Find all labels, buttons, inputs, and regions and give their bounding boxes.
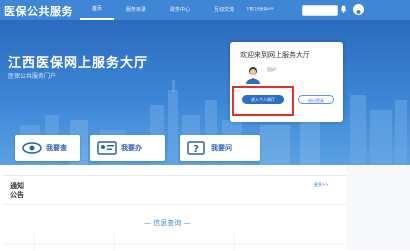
quick-link-label: 我要查 <box>46 144 67 152</box>
quick-link-query[interactable]: 我要查 <box>15 135 80 161</box>
divider <box>4 204 346 205</box>
notice-more-link[interactable]: 更多>> <box>314 182 329 188</box>
top-header: 医保公共服务 首页 服务目录 政务中心 互动交流 下载江西医保APP <box>0 0 410 20</box>
nav-service-catalog[interactable]: 服务目录 <box>114 0 158 20</box>
logout-button[interactable]: 退出登录 <box>298 95 334 104</box>
user-avatar-icon <box>246 67 260 84</box>
decorative-lines <box>4 232 346 251</box>
quick-link-label: 我要办 <box>121 144 142 152</box>
download-app-link[interactable]: 下载江西医保APP <box>246 7 274 12</box>
svg-text:?: ? <box>193 144 199 155</box>
user-avatar-icon[interactable] <box>353 4 364 18</box>
nav-home[interactable]: 首页 <box>80 0 115 20</box>
welcome-text: 欢迎来到网上服务大厅 <box>240 51 310 59</box>
info-query-heading: — 信息查询 — <box>144 219 191 227</box>
hero-title: 江西医保网上服务大厅 <box>8 56 149 71</box>
main-nav: 首页 服务目录 政务中心 互动交流 <box>80 0 246 20</box>
quick-link-ask[interactable]: ? 我要问 <box>180 135 260 161</box>
quick-link-label: 我要问 <box>211 144 232 152</box>
nav-government-center[interactable]: 政务中心 <box>158 0 202 20</box>
hero-subtitle: 医保公共服务门户 <box>8 73 57 80</box>
question-icon: ? <box>187 141 205 155</box>
id-card-icon <box>97 141 117 155</box>
greeting-text: 您好! <box>267 67 277 72</box>
right-panel <box>346 165 410 250</box>
notice-panel: 通知公告 更多>> — 信息查询 — <box>4 175 346 251</box>
eye-icon <box>22 142 42 154</box>
header-search-input[interactable] <box>302 5 338 16</box>
nav-interaction[interactable]: 互动交流 <box>202 0 246 20</box>
bell-icon[interactable] <box>340 5 347 13</box>
highlight-box <box>232 86 294 116</box>
brand-title: 医保公共服务 <box>4 5 73 18</box>
quick-link-handle[interactable]: 我要办 <box>90 135 165 161</box>
notice-title: 通知公告 <box>10 182 24 199</box>
